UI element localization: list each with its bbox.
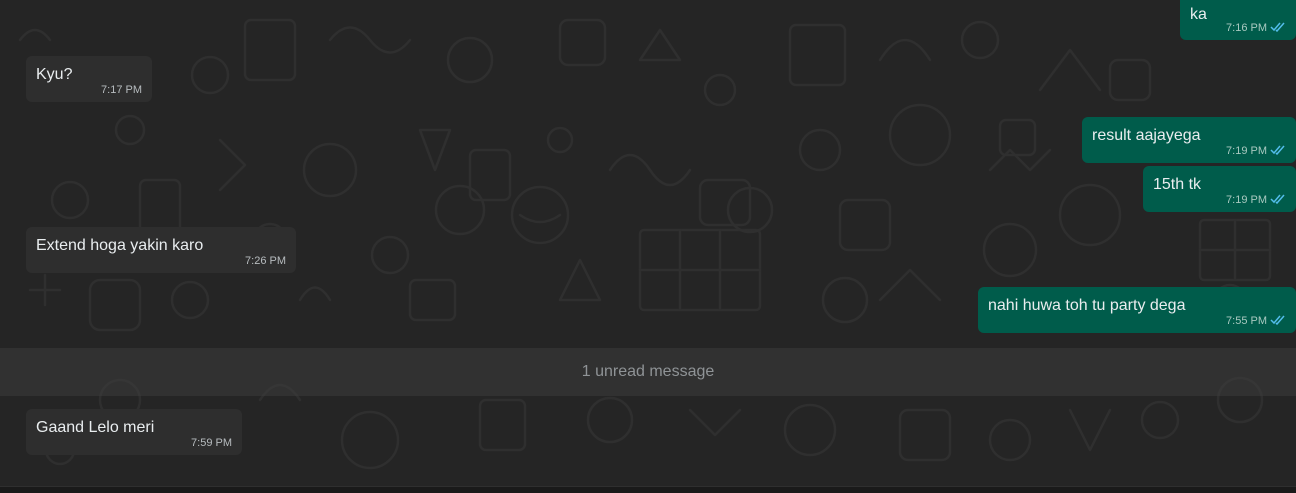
message-text: nahi huwa toh tu party dega xyxy=(988,297,1186,314)
message-timestamp: 7:19 PM xyxy=(1226,194,1286,206)
message-bubble-outgoing[interactable]: result aajayega 7:19 PM xyxy=(1082,117,1296,163)
message-timestamp: 7:26 PM xyxy=(245,255,286,267)
message-text: Kyu? xyxy=(36,66,73,83)
unread-messages-divider: 1 unread message xyxy=(0,348,1296,396)
message-timestamp: 7:17 PM xyxy=(101,84,142,96)
message-text: 15th tk xyxy=(1153,176,1202,193)
message-bubble-incoming[interactable]: Extend hoga yakin karo 7:26 PM xyxy=(26,227,296,273)
double-check-read-icon xyxy=(1270,194,1285,204)
message-bubble-incoming[interactable]: Kyu? 7:17 PM xyxy=(26,56,152,102)
message-bubble-incoming[interactable]: Gaand Lelo meri 7:59 PM xyxy=(26,409,242,455)
message-bubble-outgoing[interactable]: nahi huwa toh tu party dega 7:55 PM xyxy=(978,287,1296,333)
message-bubble-outgoing[interactable]: 15th tk 7:19 PM xyxy=(1143,166,1296,212)
message-timestamp: 7:55 PM xyxy=(1226,315,1286,327)
message-text: result aajayega xyxy=(1092,127,1201,144)
message-text: ka xyxy=(1190,6,1207,23)
unread-messages-label: 1 unread message xyxy=(581,363,715,380)
message-timestamp: 7:16 PM xyxy=(1226,22,1286,34)
message-text: Extend hoga yakin karo xyxy=(36,237,204,254)
message-timestamp: 7:59 PM xyxy=(191,437,232,449)
message-timestamp: 7:19 PM xyxy=(1226,145,1286,157)
double-check-read-icon xyxy=(1270,22,1285,32)
message-bubble-outgoing[interactable]: ka 7:16 PM xyxy=(1180,0,1296,40)
chat-conversation-pane[interactable]: ka 7:16 PM Kyu? 7:17 PM result aajayega … xyxy=(0,0,1296,493)
double-check-read-icon xyxy=(1270,145,1285,155)
double-check-read-icon xyxy=(1270,315,1285,325)
composer-edge xyxy=(0,486,1296,493)
message-text: Gaand Lelo meri xyxy=(36,419,155,436)
